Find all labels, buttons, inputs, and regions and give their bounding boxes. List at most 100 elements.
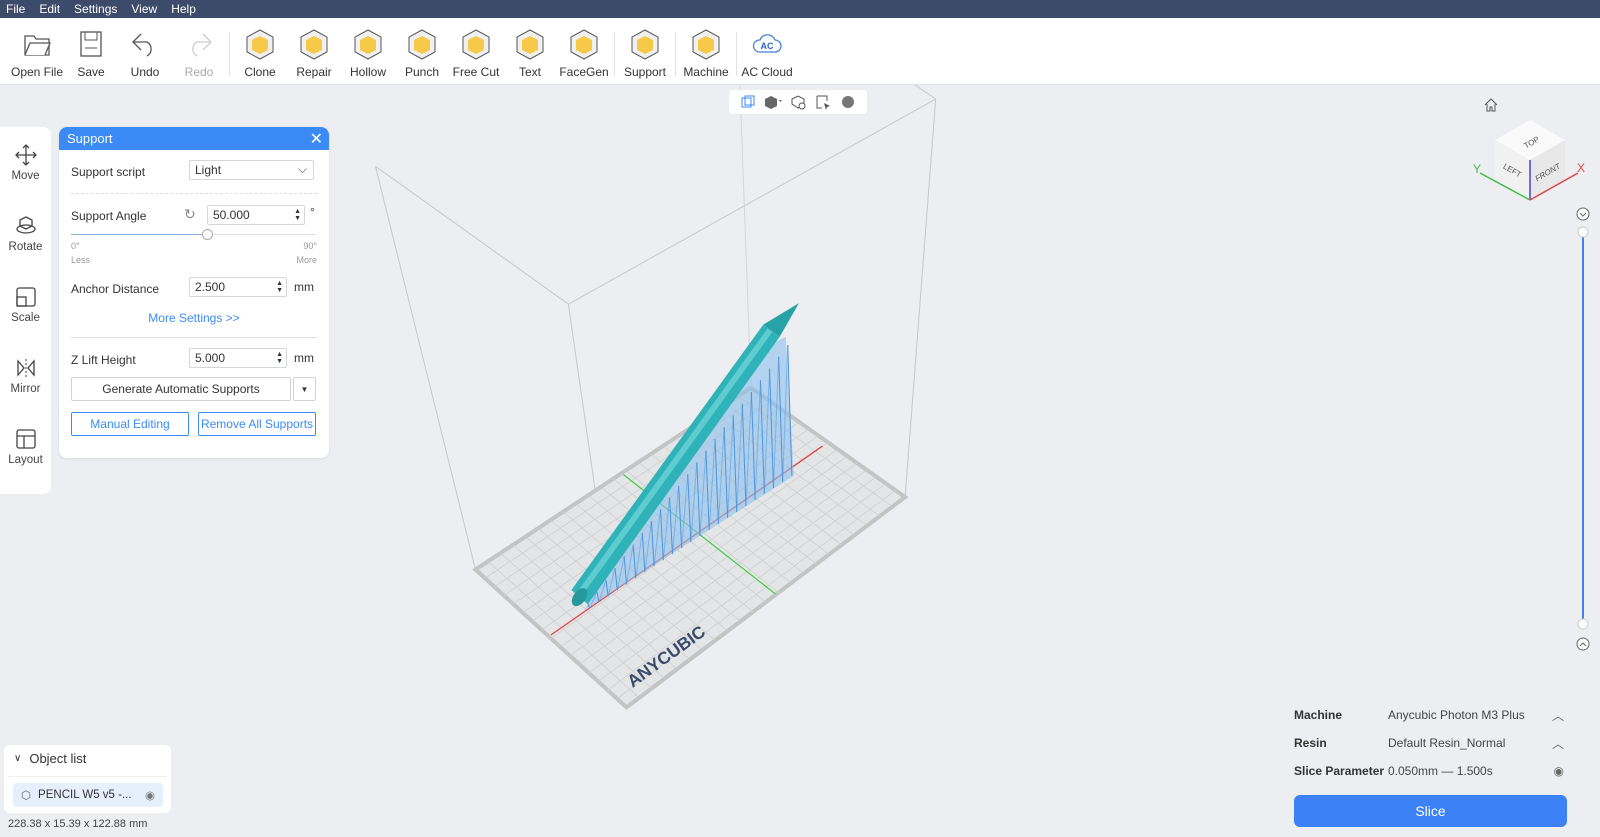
home-view-button[interactable]	[1483, 97, 1499, 116]
menu-edit[interactable]: Edit	[39, 2, 60, 16]
stepper-icon[interactable]: ▲ ▼	[294, 208, 301, 222]
slider-handle[interactable]	[201, 229, 213, 240]
toolbar-label: Machine	[683, 65, 729, 79]
support-script-label: Support script	[71, 165, 146, 179]
facegen-button[interactable]: FaceGen	[557, 18, 611, 85]
toolbar-label: Support	[623, 65, 667, 79]
reset-icon[interactable]: ↻	[184, 206, 196, 223]
save-icon	[80, 31, 102, 57]
generate-options-dropdown[interactable]: ▼	[293, 377, 316, 401]
cloud-icon: AC	[752, 34, 782, 53]
ac-cloud-button[interactable]: AC AC Cloud	[740, 18, 794, 85]
clone-icon	[246, 29, 274, 60]
toolbar-divider	[229, 32, 230, 76]
view-cube[interactable]: TOP LEFT FRONT Y X	[1470, 115, 1590, 210]
undo-button[interactable]: Undo	[118, 18, 172, 85]
slice-button[interactable]: Slice	[1294, 795, 1567, 827]
machine-label: Machine	[1294, 708, 1343, 722]
support-button[interactable]: Support	[618, 18, 672, 85]
move-tool[interactable]: Move	[0, 127, 51, 198]
manual-label: Manual Editing	[90, 417, 170, 431]
menu-settings[interactable]: Settings	[74, 2, 117, 16]
chevron-up-icon[interactable]: ︿	[1552, 707, 1564, 724]
svg-text:AC: AC	[761, 41, 774, 51]
layout-tool[interactable]: Layout	[0, 411, 51, 482]
hollow-icon	[354, 29, 382, 60]
chevron-down-icon: ⌵	[297, 162, 307, 176]
chevron-up-icon[interactable]: ︿	[1552, 735, 1564, 752]
object-list-header[interactable]: ∨ Object list	[14, 751, 86, 766]
close-icon[interactable]: ✕	[310, 129, 323, 149]
toolbar-label: Save	[77, 65, 105, 79]
angle-unit: °	[310, 205, 315, 219]
perspective-view-icon[interactable]	[739, 93, 757, 111]
mirror-icon	[16, 358, 35, 377]
tool-label: Rotate	[8, 240, 43, 253]
scale-tool[interactable]: Scale	[0, 269, 51, 340]
support-angle-input[interactable]: 50.000 ▲ ▼	[207, 205, 305, 225]
layer-slider[interactable]	[1576, 206, 1590, 652]
settings-icon[interactable]: ◉	[1554, 764, 1564, 778]
text-button[interactable]: Text	[503, 18, 557, 85]
toolbar-divider	[675, 32, 676, 76]
angle-max-caption: More	[296, 255, 317, 265]
solid-view-icon[interactable]	[764, 93, 782, 111]
menu-file[interactable]: File	[6, 2, 25, 16]
tool-label: Scale	[11, 311, 40, 324]
free-cut-button[interactable]: Free Cut	[449, 18, 503, 85]
save-button[interactable]: Save	[64, 18, 118, 85]
remove-all-supports-button[interactable]: Remove All Supports	[198, 412, 316, 436]
repair-button[interactable]: Repair	[287, 18, 341, 85]
stepper-icon[interactable]: ▲ ▼	[276, 280, 283, 294]
divider	[71, 193, 317, 194]
free-cut-icon	[462, 29, 490, 60]
panel-title: Support	[67, 131, 113, 146]
manual-editing-button[interactable]: Manual Editing	[71, 412, 189, 436]
object-list-item[interactable]: ⬡ PENCIL W5 v5 -... ◉	[13, 783, 163, 807]
resin-label: Resin	[1294, 736, 1327, 750]
angle-min-caption: Less	[71, 255, 91, 265]
machine-value: Anycubic Photon M3 Plus	[1388, 708, 1525, 722]
machine-row[interactable]: Machine Anycubic Photon M3 Plus ︿	[1294, 705, 1564, 725]
more-settings-link[interactable]: More Settings >>	[59, 311, 329, 325]
x-axis-label: X	[1577, 161, 1585, 175]
select-icon[interactable]	[814, 93, 832, 111]
redo-button[interactable]: Redo	[172, 18, 226, 85]
z-lift-input[interactable]: 5.000 ▲ ▼	[189, 348, 287, 368]
open-file-button[interactable]: Open File	[10, 18, 64, 85]
hollow-button[interactable]: Hollow	[341, 18, 395, 85]
anchor-distance-label: Anchor Distance	[71, 282, 160, 296]
menu-help[interactable]: Help	[171, 2, 196, 16]
toolbar-label: Redo	[184, 65, 214, 79]
generate-supports-button[interactable]: Generate Automatic Supports	[71, 377, 291, 401]
stepper-icon[interactable]: ▲ ▼	[276, 351, 283, 365]
support-panel: Support ✕ Support script Light ⌵ Support …	[59, 127, 329, 458]
zoom-model-icon[interactable]	[789, 93, 807, 111]
slice-parameter-label: Slice Parameter	[1294, 764, 1385, 778]
generate-label: Generate Automatic Supports	[102, 382, 260, 396]
support-script-select[interactable]: Light ⌵	[189, 160, 314, 180]
slice-parameter-row[interactable]: Slice Parameter 0.050mm — 1.500s ◉	[1294, 761, 1564, 781]
z-lift-value: 5.000	[195, 351, 226, 365]
toolbar-label: Clone	[244, 65, 276, 79]
z-lift-label: Z Lift Height	[71, 353, 136, 367]
tool-label: Move	[11, 169, 40, 182]
toolbar-divider	[736, 32, 737, 76]
menu-view[interactable]: View	[131, 2, 157, 16]
clone-button[interactable]: Clone	[233, 18, 287, 85]
mirror-tool[interactable]: Mirror	[0, 340, 51, 411]
toolbar-label: Open File	[10, 65, 64, 79]
eye-icon[interactable]: ◉	[145, 788, 155, 802]
machine-icon	[692, 29, 720, 60]
rotate-icon	[15, 215, 36, 234]
punch-button[interactable]: Punch	[395, 18, 449, 85]
sphere-render-icon[interactable]	[839, 93, 857, 111]
toolbar-label: AC Cloud	[741, 65, 793, 79]
machine-button[interactable]: Machine	[679, 18, 733, 85]
repair-icon	[300, 29, 328, 60]
rotate-tool[interactable]: Rotate	[0, 198, 51, 269]
anchor-distance-input[interactable]: 2.500 ▲ ▼	[189, 277, 287, 297]
toolbar-label: Text	[518, 65, 541, 79]
chevron-down-icon: ∨	[14, 753, 22, 764]
resin-row[interactable]: Resin Default Resin_Normal ︿	[1294, 733, 1564, 753]
